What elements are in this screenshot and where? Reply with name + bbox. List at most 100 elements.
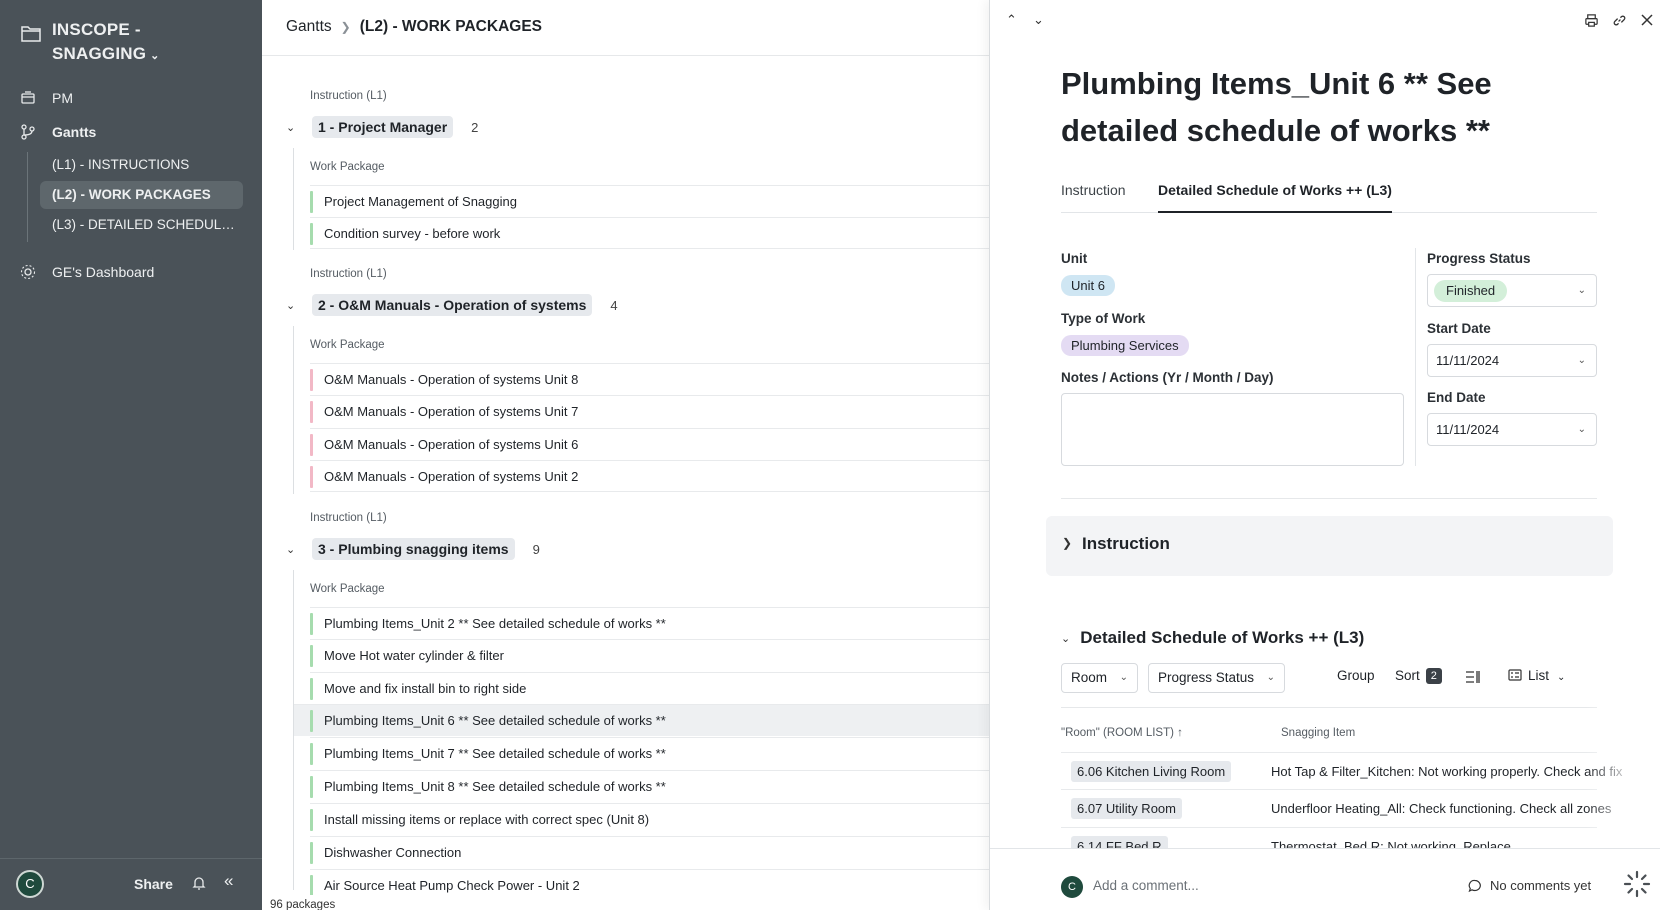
column-header-room[interactable]: "Room" (ROOM LIST) ↑ (1061, 727, 1183, 739)
breadcrumb-current: (L2) - WORK PACKAGES (359, 18, 542, 35)
list-item[interactable]: Plumbing Items_Unit 8 ** See detailed sc… (310, 770, 989, 802)
work-package-label: Work Package (310, 583, 385, 595)
work-package-label: Work Package (310, 161, 385, 173)
list-view-icon (1508, 669, 1522, 681)
bell-icon[interactable] (191, 875, 207, 891)
type-of-work-chip[interactable]: Plumbing Services (1061, 335, 1189, 356)
progress-status-filter[interactable]: Progress Status ⌄ (1148, 663, 1286, 693)
instruction-section[interactable]: ❯ Instruction (1046, 516, 1613, 576)
work-package-label: Work Package (310, 339, 385, 351)
sidebar-item-detailed-schedule[interactable]: (L3) - DETAILED SCHEDULE OF WORKS (40, 211, 243, 239)
nav-item-dashboard[interactable]: GE's Dashboard (20, 260, 154, 284)
list-item-selected[interactable]: Plumbing Items_Unit 6 ** See detailed sc… (294, 704, 989, 736)
list-item[interactable]: O&M Manuals - Operation of systems Unit … (310, 428, 989, 460)
list-item[interactable]: Air Source Heat Pump Check Power - Unit … (310, 869, 989, 895)
status-bar (310, 842, 313, 864)
page-title: Plumbing Items_Unit 6 ** See detailed sc… (1061, 60, 1531, 154)
table-row[interactable]: 6.07 Utility Room Underfloor Heating_All… (1061, 790, 1611, 828)
sidebar-item-instructions[interactable]: (L1) - INSTRUCTIONS (40, 151, 243, 179)
chevron-down-icon: ⌄ (1577, 355, 1586, 366)
chevron-down-icon[interactable]: ⌄ (1033, 12, 1044, 28)
room-filter[interactable]: Room ⌄ (1061, 663, 1139, 693)
table-header-top (1061, 707, 1597, 708)
start-date-label: Start Date (1427, 321, 1491, 336)
list-item[interactable]: Condition survey - before work (310, 217, 989, 249)
group-count: 4 (610, 297, 618, 313)
comment-input[interactable]: Add a comment... (1093, 878, 1199, 893)
list-item[interactable]: Plumbing Items_Unit 7 ** See detailed sc… (310, 737, 989, 769)
chevron-down-icon: ⌄ (1557, 672, 1566, 683)
loading-spinner-icon (1623, 870, 1651, 898)
list-item[interactable]: O&M Manuals - Operation of systems Unit … (310, 363, 989, 395)
status-bar (310, 776, 313, 798)
comment-status[interactable]: No comments yet (1468, 878, 1591, 893)
sidebar-item-work-packages[interactable]: (L2) - WORK PACKAGES (40, 181, 243, 209)
sort-asc-icon: ↑ (1177, 727, 1183, 739)
title-line-1: Plumbing Items_Unit 6 ** See (1061, 66, 1492, 101)
list-item[interactable]: Plumbing Items_Unit 2 ** See detailed sc… (310, 607, 989, 639)
end-date-field[interactable]: 11/11/2024 ⌄ (1427, 413, 1597, 446)
status-bar (310, 466, 313, 488)
link-icon[interactable] (1612, 13, 1627, 28)
list-item[interactable]: Dishwasher Connection (310, 836, 989, 868)
end-date-value: 11/11/2024 (1436, 422, 1500, 437)
group-header[interactable]: ⌄ 1 - Project Manager 2 (286, 114, 478, 140)
chevron-down-icon[interactable]: ⌄ (286, 543, 312, 556)
work-packages-list: Gantts ❯ (L2) - WORK PACKAGES Instructio… (262, 0, 989, 910)
print-icon[interactable] (1584, 13, 1599, 28)
close-icon[interactable] (1640, 13, 1654, 27)
list-item[interactable]: Move and fix install bin to right side (310, 672, 989, 704)
unit-chip[interactable]: Unit 6 (1061, 275, 1115, 296)
group-header[interactable]: ⌄ 3 - Plumbing snagging items 9 (286, 536, 540, 562)
chevron-down-icon: ⌄ (1061, 632, 1071, 645)
chevron-down-icon[interactable]: ⌄ (286, 299, 312, 312)
fields-icon[interactable] (1465, 670, 1481, 684)
nav-item-pm[interactable]: PM (20, 86, 73, 110)
list-item-label: Move Hot water cylinder & filter (324, 648, 504, 663)
tab-instruction[interactable]: Instruction (1061, 182, 1126, 198)
no-comments-label: No comments yet (1490, 878, 1592, 893)
field-divider (1415, 248, 1416, 466)
workspace-name: INSCOPE - SNAGGING ⌄ (52, 18, 162, 68)
tab-detailed-schedule[interactable]: Detailed Schedule of Works ++ (L3) (1158, 182, 1392, 213)
table-row[interactable]: 6.06 Kitchen Living Room Hot Tap & Filte… (1061, 752, 1622, 790)
share-button[interactable]: Share (134, 876, 173, 892)
column-header-snagging-item[interactable]: Snagging Item (1281, 727, 1355, 739)
list-item-label: Plumbing Items_Unit 2 ** See detailed sc… (324, 616, 666, 631)
status-bar (310, 401, 313, 423)
start-date-value: 11/11/2024 (1436, 353, 1500, 368)
collapse-sidebar-icon[interactable]: « (224, 871, 233, 891)
chevron-down-icon: ⌄ (150, 50, 160, 62)
list-item[interactable]: Install missing items or replace with co… (310, 803, 989, 835)
nav-item-gantts[interactable]: Gantts (20, 120, 96, 144)
status-bar (310, 191, 313, 213)
chevron-down-icon[interactable]: ⌄ (286, 121, 312, 134)
avatar[interactable]: C (16, 870, 44, 898)
workspace-switcher[interactable]: INSCOPE - SNAGGING ⌄ (20, 18, 162, 68)
notes-field[interactable] (1061, 393, 1404, 466)
breadcrumb-parent[interactable]: Gantts (286, 18, 332, 36)
sort-button[interactable]: Sort 2 (1395, 668, 1442, 684)
view-switcher[interactable]: List ⌄ (1508, 668, 1565, 683)
status-bar (310, 645, 313, 667)
sidebar: INSCOPE - SNAGGING ⌄ PM Gantts (L1) - INS… (0, 0, 262, 910)
schedule-section-title: Detailed Schedule of Works ++ (L3) (1080, 628, 1365, 647)
chevron-up-icon[interactable]: ⌃ (1006, 12, 1017, 28)
list-item[interactable]: O&M Manuals - Operation of systems Unit … (310, 460, 989, 492)
group-button[interactable]: Group (1337, 668, 1375, 683)
schedule-section-header[interactable]: ⌄ Detailed Schedule of Works ++ (L3) (1061, 628, 1364, 648)
room-chip: 6.06 Kitchen Living Room (1071, 761, 1232, 782)
comment-bar: C Add a comment... No comments yet (990, 848, 1660, 910)
start-date-field[interactable]: 11/11/2024 ⌄ (1427, 344, 1597, 377)
group-header[interactable]: ⌄ 2 - O&M Manuals - Operation of systems… (286, 292, 618, 318)
list-item-label: O&M Manuals - Operation of systems Unit … (324, 437, 579, 452)
workspace-name-line1: INSCOPE - (52, 20, 141, 39)
chevron-right-icon: ❯ (340, 20, 351, 34)
status-bar (310, 613, 313, 635)
type-of-work-label: Type of Work (1061, 311, 1146, 326)
group-type-label: Instruction (L1) (310, 268, 387, 280)
list-item[interactable]: O&M Manuals - Operation of systems Unit … (310, 395, 989, 427)
progress-status-select[interactable]: Finished ⌄ (1427, 274, 1597, 307)
list-item[interactable]: Project Management of Snagging (310, 185, 989, 217)
list-item[interactable]: Move Hot water cylinder & filter (310, 639, 989, 671)
